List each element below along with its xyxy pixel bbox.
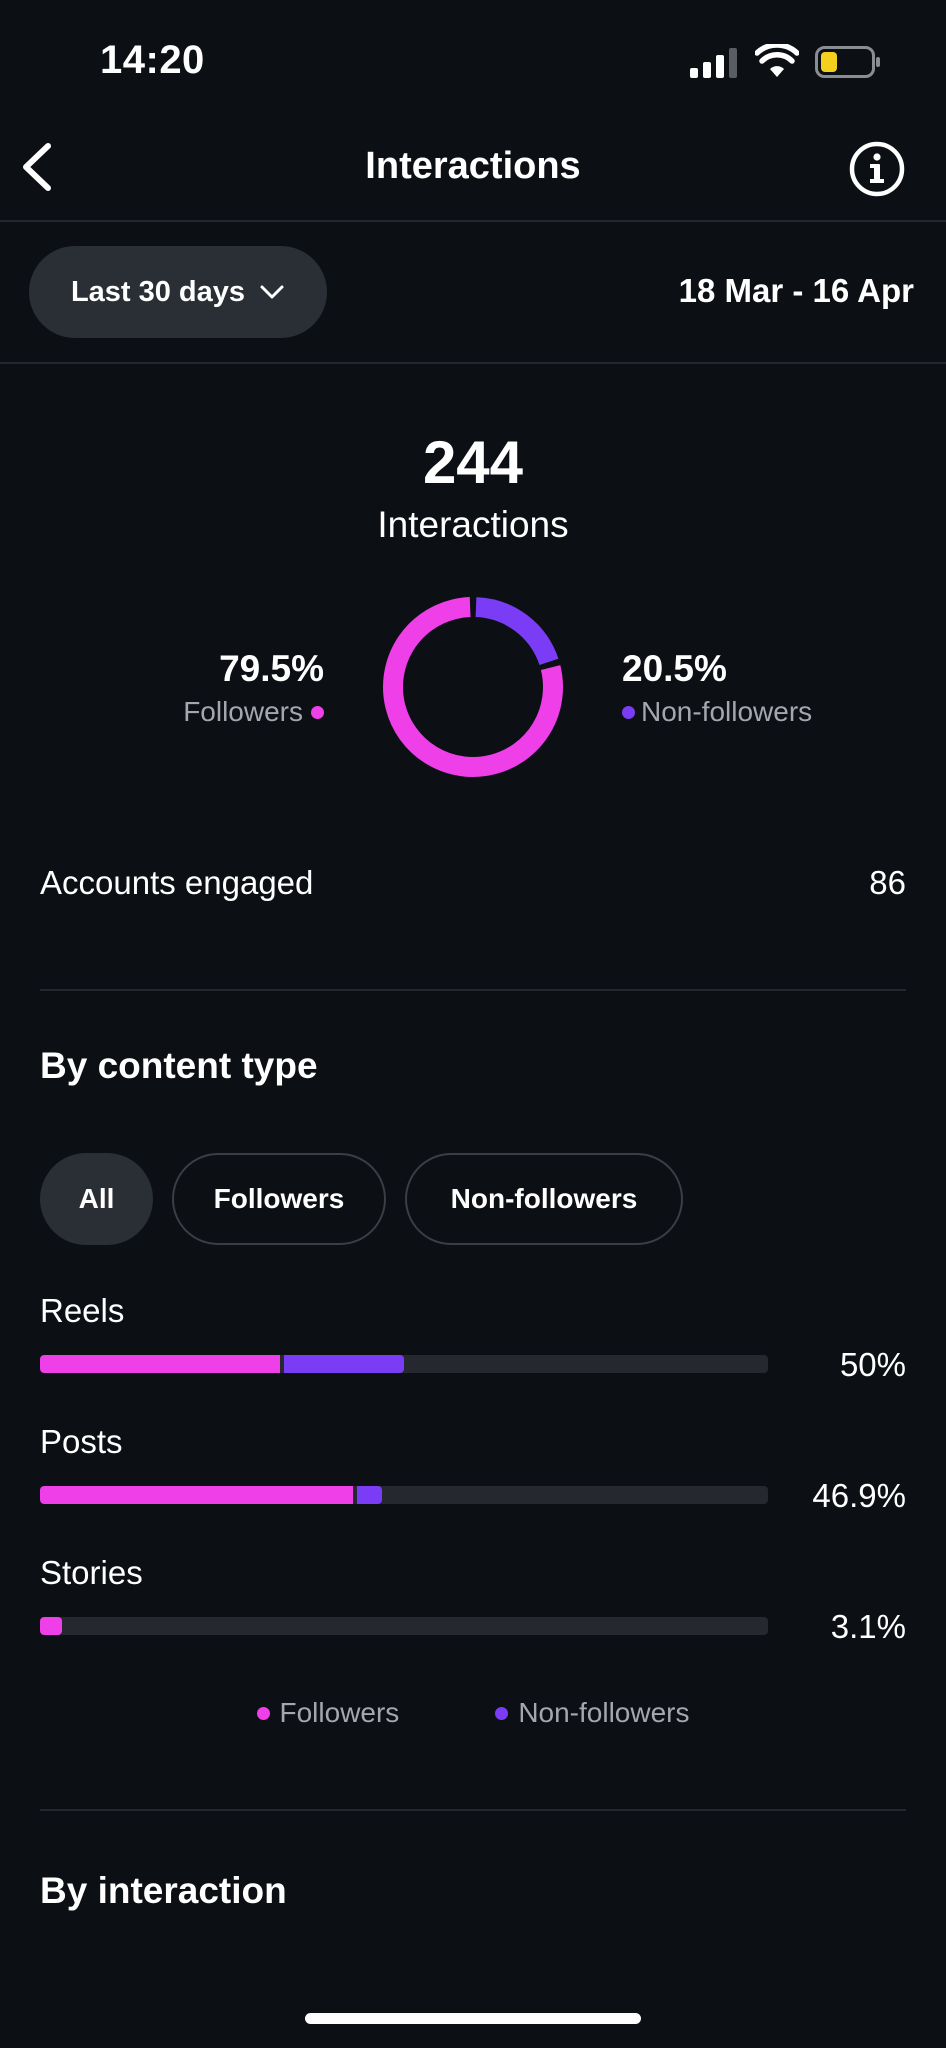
- followers-dot-icon: [311, 705, 324, 719]
- section-divider: [40, 989, 906, 991]
- home-indicator[interactable]: [305, 2013, 641, 2024]
- legend-non-followers-label: Non-followers: [518, 1697, 690, 1728]
- posts-label: Posts: [40, 1423, 123, 1460]
- stories-followers-segment: [40, 1617, 62, 1635]
- stories-label: Stories: [40, 1554, 143, 1591]
- non-followers-dot-icon: [622, 705, 635, 719]
- date-range-dropdown[interactable]: Last 30 days: [29, 246, 327, 338]
- chip-all[interactable]: All: [40, 1153, 153, 1245]
- reels-bar: [40, 1355, 768, 1373]
- header-divider: [0, 220, 946, 222]
- posts-percentage: 46.9%: [812, 1477, 906, 1514]
- followers-dot-icon: [256, 1706, 270, 1720]
- status-time: 14:20: [100, 38, 205, 82]
- page-title: Interactions: [365, 145, 581, 187]
- legend-followers: Followers: [256, 1697, 400, 1729]
- accounts-engaged-label: Accounts engaged: [40, 864, 314, 901]
- interactions-donut-chart: [383, 597, 563, 777]
- total-interactions: 244: [422, 429, 524, 496]
- donut-followers-segment: [383, 597, 563, 777]
- chevron-down-icon: [260, 285, 284, 299]
- followers-label: Followers: [183, 696, 303, 727]
- wifi-icon: [755, 44, 799, 77]
- non-followers-percentage: 20.5%: [622, 648, 727, 689]
- chip-non-followers[interactable]: Non-followers: [405, 1153, 683, 1245]
- non-followers-label: Non-followers: [641, 696, 813, 727]
- reels-label: Reels: [40, 1292, 125, 1329]
- date-range-label: Last 30 days: [70, 275, 246, 308]
- non-followers-dot-icon: [495, 1706, 509, 1720]
- total-interactions-label: Interactions: [377, 504, 569, 545]
- section-divider: [40, 1809, 906, 1811]
- non-followers-legend: Non-followers: [622, 696, 812, 728]
- battery-icon: [815, 46, 880, 78]
- posts-followers-segment: [40, 1486, 354, 1504]
- stories-bar: [40, 1617, 768, 1635]
- interaction-heading: By interaction: [40, 1870, 287, 1911]
- date-range-text: 18 Mar - 16 Apr: [678, 272, 914, 309]
- info-icon[interactable]: [848, 140, 906, 198]
- posts-non-followers-segment: [357, 1486, 383, 1504]
- legend-non-followers: Non-followers: [495, 1697, 689, 1729]
- accounts-engaged-value: 86: [869, 864, 906, 901]
- followers-percentage: 79.5%: [219, 648, 324, 689]
- reels-followers-segment: [40, 1355, 281, 1373]
- filter-divider: [0, 362, 946, 364]
- content-type-legend: Followers Non-followers: [0, 1697, 946, 1729]
- cellular-signal-icon: [690, 48, 737, 78]
- followers-legend: Followers: [183, 696, 324, 728]
- reels-non-followers-segment: [284, 1355, 404, 1373]
- legend-followers-label: Followers: [279, 1697, 400, 1728]
- content-type-heading: By content type: [40, 1045, 318, 1086]
- posts-bar: [40, 1486, 768, 1504]
- chip-followers[interactable]: Followers: [172, 1153, 386, 1245]
- stories-percentage: 3.1%: [830, 1608, 906, 1645]
- reels-percentage: 50%: [839, 1346, 906, 1383]
